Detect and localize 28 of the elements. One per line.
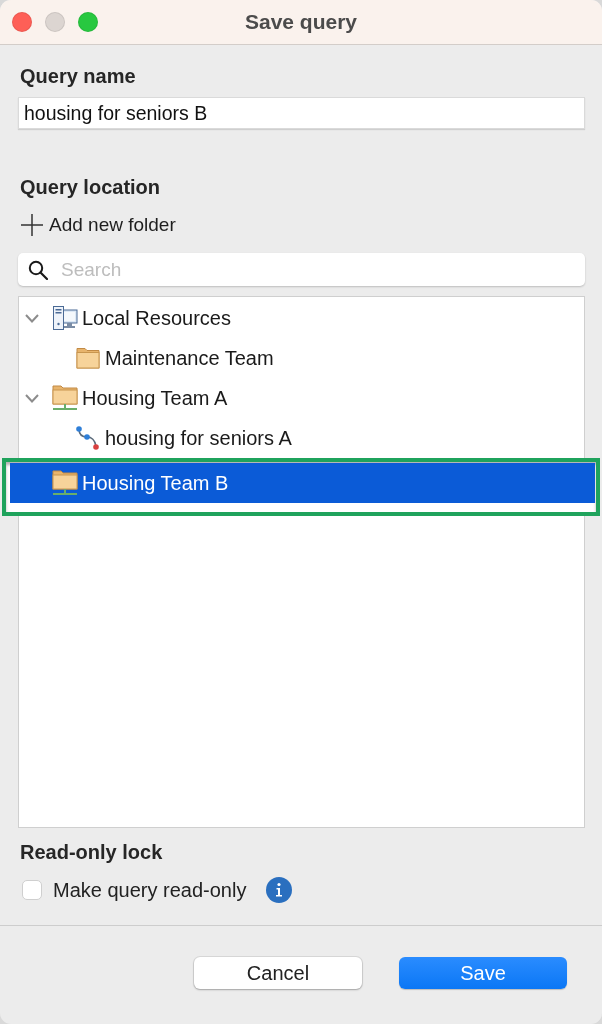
section-label: Query location xyxy=(19,176,161,198)
plus-icon xyxy=(21,214,43,236)
zoom-window-button[interactable] xyxy=(78,12,98,32)
close-window-button[interactable] xyxy=(12,12,32,32)
secondary-button[interactable]: Cancel xyxy=(194,957,362,989)
tree-item[interactable]: Housing Team B xyxy=(10,463,595,503)
primary-button[interactable]: Save xyxy=(399,957,567,989)
query-icon xyxy=(75,425,101,451)
chevron-icon[interactable] xyxy=(25,313,39,323)
search-icon xyxy=(28,260,48,280)
computer-icon xyxy=(52,305,78,331)
network-folder-icon xyxy=(52,385,78,411)
tree-item[interactable]: Local Resources xyxy=(19,298,584,338)
query-name-field[interactable]: housing for seniors B xyxy=(18,97,585,129)
search-field[interactable]: Search xyxy=(18,253,585,286)
tree-item[interactable]: Housing Team A xyxy=(19,378,584,418)
section-label: Query name xyxy=(19,65,136,87)
tree-item[interactable]: housing for seniors A xyxy=(19,418,584,458)
checkbox-label[interactable]: Make query read-only xyxy=(53,878,247,902)
network-folder-icon xyxy=(52,470,78,496)
window-title: Save query xyxy=(244,10,358,34)
checkbox[interactable] xyxy=(22,880,42,900)
tree-item[interactable]: Maintenance Team xyxy=(19,338,584,378)
info-icon[interactable] xyxy=(266,877,293,903)
folder-icon xyxy=(76,347,100,369)
section-label: Read-only lock xyxy=(19,841,163,863)
add-folder-button[interactable]: Add new folder xyxy=(18,213,176,237)
chevron-icon[interactable] xyxy=(25,393,39,403)
